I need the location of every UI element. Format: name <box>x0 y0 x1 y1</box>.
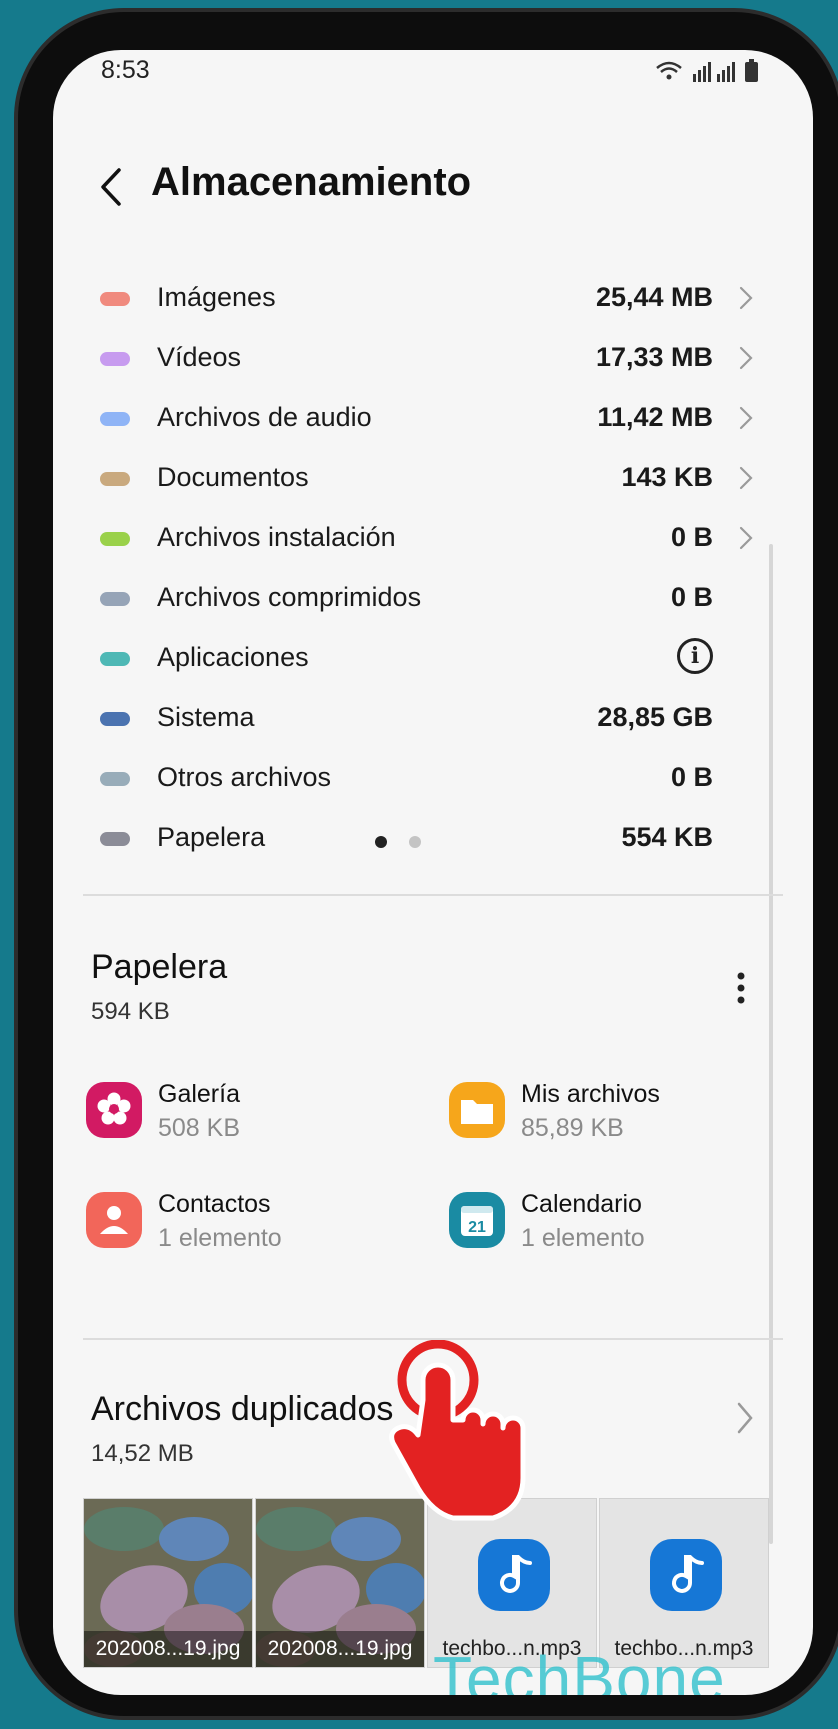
divider <box>83 894 783 896</box>
storage-row[interactable]: Archivos instalación 0 B <box>53 510 813 570</box>
wifi-signal-battery-icon <box>656 59 758 82</box>
category-color-dot <box>100 292 130 306</box>
chevron-right-icon <box>739 466 753 490</box>
trash-title: Papelera <box>91 948 228 986</box>
storage-row[interactable]: Aplicaciones i <box>53 630 813 690</box>
category-size: 11,42 MB <box>597 402 713 432</box>
app-detail: 508 KB <box>158 1114 241 1142</box>
trash-app-gallery[interactable]: Galería 508 KB <box>86 1080 416 1160</box>
contacts-icon <box>86 1192 142 1248</box>
storage-row[interactable]: Archivos comprimidos 0 B <box>53 570 813 630</box>
category-size: 25,44 MB <box>595 282 713 312</box>
category-color-dot <box>100 412 130 426</box>
storage-row[interactable]: Otros archivos 0 B <box>53 750 813 810</box>
back-icon[interactable] <box>91 162 131 212</box>
page-dot[interactable] <box>375 836 387 848</box>
trash-app-my-files[interactable]: Mis archivos 85,89 KB <box>449 1080 779 1160</box>
category-color-dot <box>100 712 130 726</box>
category-size: 143 KB <box>621 462 713 492</box>
duplicates-size: 14,52 MB <box>91 1440 194 1467</box>
duplicate-file-thumb[interactable]: 202008...19.jpg <box>83 1498 253 1668</box>
status-time: 8:53 <box>101 56 150 84</box>
category-label: Sistema <box>157 702 255 732</box>
storage-row[interactable]: Documentos 143 KB <box>53 450 813 510</box>
screen: 8:53 Almacenamiento Imágenes 25,44 MB Víde… <box>53 50 813 1695</box>
chevron-right-icon <box>739 346 753 370</box>
category-color-dot <box>100 592 130 606</box>
status-icons <box>655 58 765 90</box>
category-color-dot <box>100 472 130 486</box>
music-note-icon <box>650 1539 722 1611</box>
category-color-dot <box>100 532 130 546</box>
category-size: 28,85 GB <box>597 702 713 732</box>
header: Almacenamiento <box>53 150 813 230</box>
category-size: 0 B <box>670 762 713 792</box>
app-name: Calendario <box>521 1190 642 1218</box>
trash-app-contacts[interactable]: Contactos 1 elemento <box>86 1190 416 1270</box>
page-title: Almacenamiento <box>151 160 472 204</box>
file-name: 202008...19.jpg <box>256 1631 424 1667</box>
duplicates-title: Archivos duplicados <box>91 1390 394 1428</box>
watermark: TechBone <box>433 1643 726 1695</box>
app-detail: 1 elemento <box>158 1224 282 1252</box>
app-detail: 85,89 KB <box>521 1114 624 1142</box>
category-label: Aplicaciones <box>157 642 309 672</box>
category-color-dot <box>100 352 130 366</box>
category-label: Archivos instalación <box>157 522 396 552</box>
tap-hand-icon <box>389 1340 526 1521</box>
file-name: 202008...19.jpg <box>84 1631 252 1667</box>
scrollbar[interactable] <box>769 544 773 1544</box>
music-note-icon <box>478 1539 550 1611</box>
chevron-right-icon <box>737 1402 753 1434</box>
page-indicator <box>53 836 813 856</box>
app-name: Galería <box>158 1080 240 1108</box>
category-label: Archivos comprimidos <box>157 582 422 612</box>
trash-app-calendar[interactable]: 21 Calendario 1 elemento <box>449 1190 779 1270</box>
category-label: Archivos de audio <box>157 402 372 432</box>
category-size: 17,33 MB <box>595 342 713 372</box>
calendar-day: 21 <box>468 1219 486 1236</box>
storage-row[interactable]: Vídeos 17,33 MB <box>53 330 813 390</box>
page-dot[interactable] <box>409 836 421 848</box>
category-label: Vídeos <box>157 342 242 372</box>
app-name: Contactos <box>158 1190 271 1218</box>
chevron-right-icon <box>739 526 753 550</box>
storage-row[interactable]: Sistema 28,85 GB <box>53 690 813 750</box>
category-color-dot <box>100 652 130 666</box>
app-name: Mis archivos <box>521 1080 660 1108</box>
chevron-right-icon <box>739 406 753 430</box>
category-label: Documentos <box>157 462 309 492</box>
category-label: Otros archivos <box>157 762 332 792</box>
category-color-dot <box>100 772 130 786</box>
gallery-icon <box>86 1082 142 1138</box>
category-label: Imágenes <box>157 282 276 312</box>
trash-size: 594 KB <box>91 998 170 1025</box>
calendar-icon: 21 <box>449 1192 505 1248</box>
app-detail: 1 elemento <box>521 1224 645 1252</box>
storage-row[interactable]: Imágenes 25,44 MB <box>53 270 813 330</box>
info-icon[interactable]: i <box>677 638 713 674</box>
folder-icon <box>449 1082 505 1138</box>
chevron-right-icon <box>739 286 753 310</box>
status-bar: 8:53 <box>53 50 813 110</box>
storage-row[interactable]: Archivos de audio 11,42 MB <box>53 390 813 450</box>
category-size: 0 B <box>670 582 713 612</box>
more-options-icon[interactable] <box>731 968 751 1008</box>
category-size: 0 B <box>670 522 713 552</box>
